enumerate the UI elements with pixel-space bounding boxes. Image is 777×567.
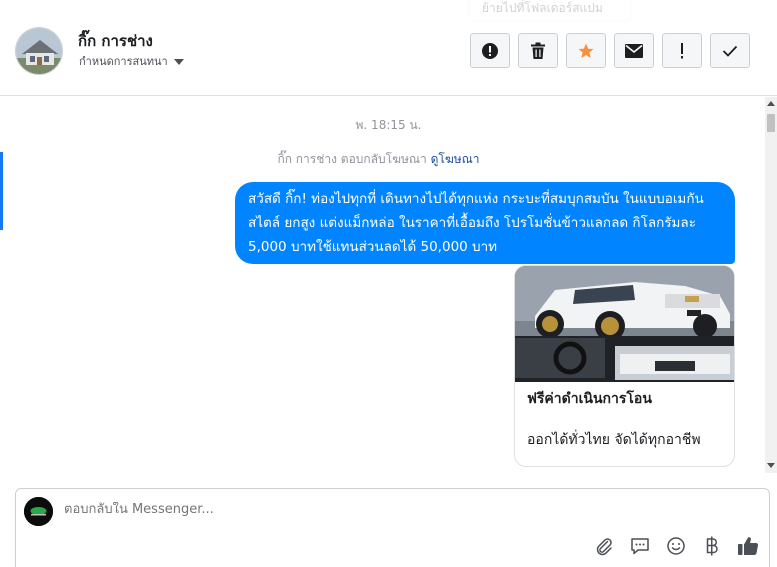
scroll-down-arrow-icon[interactable] [767,463,775,468]
ad-card-subtitle: ออกได้ทั่วไทย จัดได้ทุกอาชีพ [527,432,701,448]
envelope-icon [625,43,643,58]
tooltip: ย้ายไปที่โฟลเดอร์สแปม [470,0,630,20]
check-icon [722,45,738,57]
paperclip-icon [596,538,612,556]
message-thread[interactable]: พ. 18:15 น. กิ๊ก การช่าง ตอบกลับโฆษณา ดู… [0,97,765,473]
reply-input[interactable] [64,502,664,517]
caret-down-icon [173,59,184,65]
ad-card-image [515,266,734,382]
thread-scrollbar[interactable] [765,97,777,473]
ad-card[interactable]: ฟรีค่าดำเนินการโอน ออกได้ทั่วไทย จัดได้ท… [514,265,735,467]
payment-button[interactable] [701,535,723,557]
ad-reply-text: กิ๊ก การช่าง ตอบกลับโฆษณา [277,152,427,166]
saved-replies-button[interactable] [629,535,651,557]
scroll-thumb[interactable] [767,114,775,132]
report-button[interactable] [470,33,510,68]
baht-icon [706,536,718,556]
conversation-header: กิ๊ก การช่าง กำหนดการสนทนา ย้ายไปที่โฟลเ… [0,0,777,96]
mark-spam-button[interactable] [662,33,702,68]
delete-button[interactable] [518,33,558,68]
trash-icon [531,42,545,59]
mark-unread-button[interactable] [614,33,654,68]
composer-toolbar [593,535,759,557]
contact-avatar[interactable] [15,27,63,75]
conversation-menu-label: กำหนดการสนทนา [79,55,168,68]
emoji-button[interactable] [665,535,687,557]
contact-name[interactable]: กิ๊ก การช่าง [78,29,153,53]
chat-bubble-icon [631,538,649,555]
like-button[interactable] [737,535,759,557]
view-ad-link[interactable]: ดูโฆษณา [431,152,480,166]
ad-reply-note: กิ๊ก การช่าง ตอบกลับโฆษณา ดูโฆษณา [0,150,757,169]
exclamation-circle-icon [482,42,498,59]
scroll-up-arrow-icon[interactable] [767,101,775,106]
thumbs-up-icon [738,537,759,556]
mark-done-button[interactable] [710,33,750,68]
ad-card-title: ฟรีค่าดำเนินการโอน [527,391,652,407]
message-timestamp: พ. 18:15 น. [355,118,422,132]
exclamation-icon [681,42,683,58]
outgoing-message: สวัสดี กิ๊ก! ท่องไปทุกที่ เดินทางไปได้ทุ… [235,182,735,264]
star-button[interactable] [566,33,606,68]
smiley-icon [667,537,685,555]
star-icon [578,43,594,58]
attach-button[interactable] [593,535,615,557]
action-toolbar [470,33,750,68]
reply-composer [15,488,770,567]
conversation-menu[interactable]: กำหนดการสนทนา [79,52,184,70]
page-avatar [24,497,53,526]
